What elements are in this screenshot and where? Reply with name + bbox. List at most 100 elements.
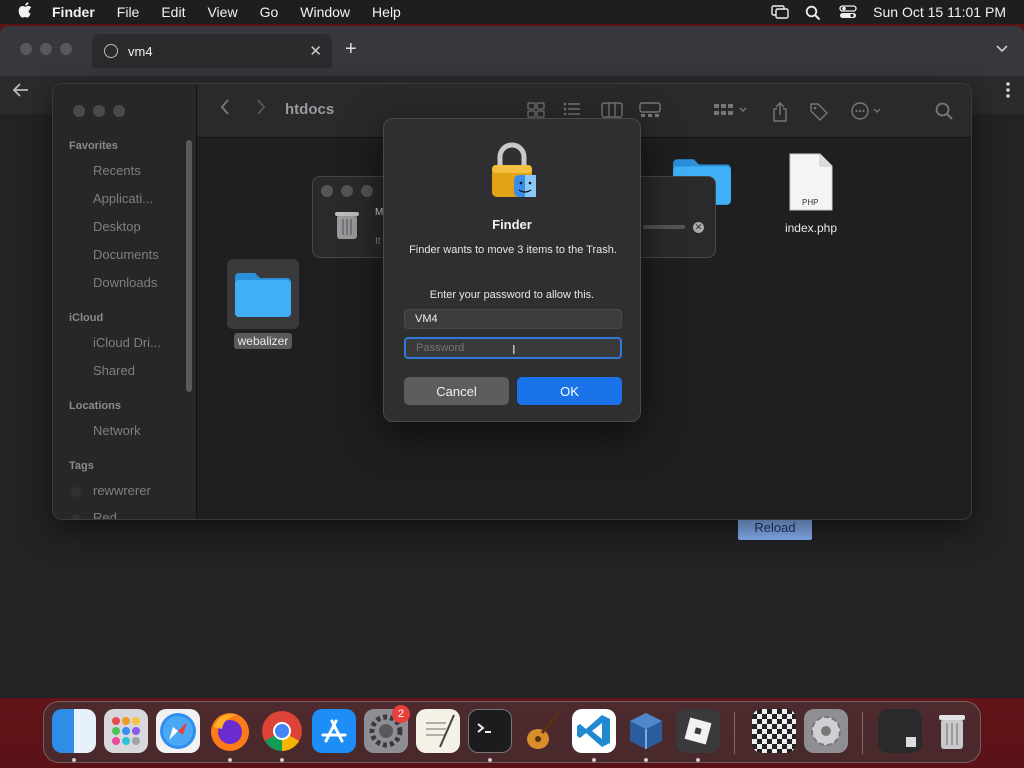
menu-bar: Finder File Edit View Go Window Help Sun…: [0, 0, 1024, 24]
finder-close-button[interactable]: [73, 105, 85, 117]
php-badge-text: PHP: [802, 198, 819, 207]
finder-icon[interactable]: [52, 709, 96, 753]
gallery-view-icon[interactable]: [639, 102, 661, 120]
tag-red-dot-icon: [71, 514, 81, 519]
sidebar-item-downloads[interactable]: Downloads: [93, 275, 157, 290]
launchpad-icon[interactable]: [104, 709, 148, 753]
sidebar-item-applications[interactable]: Applicati...: [93, 191, 153, 206]
sidebar-header-locations: Locations: [69, 400, 121, 412]
dock: 2: [43, 701, 981, 763]
chrome-icon[interactable]: [260, 709, 304, 753]
firefox-icon[interactable]: [208, 709, 252, 753]
file-name-label: index.php: [784, 221, 838, 235]
dialog-prompt: Enter your password to allow this.: [429, 289, 595, 301]
textedit-icon[interactable]: [416, 709, 460, 753]
sidebar-item-network[interactable]: Network: [93, 423, 141, 438]
menu-go[interactable]: Go: [260, 4, 279, 20]
file-item-index-php[interactable]: PHP index.php: [773, 152, 849, 235]
close-tab-icon[interactable]: ✕: [309, 42, 322, 60]
progress-window-controls: [321, 185, 373, 197]
app-store-icon[interactable]: [312, 709, 356, 753]
menu-edit[interactable]: Edit: [161, 4, 185, 20]
password-dialog: Finder Finder wants to move 3 items to t…: [383, 118, 641, 422]
menu-file[interactable]: File: [117, 4, 140, 20]
more-menu-icon[interactable]: [1006, 82, 1010, 103]
roblox-icon[interactable]: [676, 709, 720, 753]
chess-icon[interactable]: [752, 709, 796, 753]
stop-progress-icon[interactable]: ✕: [693, 222, 704, 233]
menu-window[interactable]: Window: [300, 4, 350, 20]
sidebar-item-icloud-drive[interactable]: iCloud Dri...: [93, 335, 161, 350]
folder-selection-highlight: [227, 259, 299, 329]
sidebar-scrollbar[interactable]: [186, 140, 192, 392]
spotlight-search-icon[interactable]: [805, 5, 823, 21]
dock-separator: [734, 712, 735, 754]
ok-button[interactable]: OK: [517, 377, 622, 405]
settings-gear-icon[interactable]: [804, 709, 848, 753]
notification-badge: 2: [392, 705, 410, 723]
garageband-icon[interactable]: [520, 709, 564, 753]
share-icon[interactable]: [771, 102, 791, 122]
finder-sidebar: Favorites Recents Applicati... Desktop D…: [53, 84, 197, 519]
tag-color-dot-icon: [71, 487, 81, 497]
finder-zoom-button[interactable]: [113, 105, 125, 117]
dialog-message: Finder wants to move 3 items to the Tras…: [409, 244, 617, 256]
sidebar-item-shared[interactable]: Shared: [93, 363, 135, 378]
sidebar-item-tag-red[interactable]: Red: [93, 510, 117, 519]
folder-icon: [235, 273, 291, 317]
globe-icon: [104, 44, 118, 58]
username-field[interactable]: [404, 309, 622, 329]
dialog-title: Finder: [492, 217, 532, 232]
safari-icon[interactable]: [156, 709, 200, 753]
sidebar-item-documents[interactable]: Documents: [93, 247, 159, 262]
action-menu-icon[interactable]: [851, 102, 889, 120]
virtualbox-icon[interactable]: [624, 709, 668, 753]
sidebar-header-favorites: Favorites: [69, 140, 118, 152]
progress-zoom-button[interactable]: [361, 185, 373, 197]
sidebar-item-tag-rewwrerer[interactable]: rewwrerer: [93, 483, 151, 498]
progress-close-button[interactable]: [321, 185, 333, 197]
browser-tab[interactable]: vm4 ✕: [92, 34, 332, 68]
finder-path-title: htdocs: [285, 101, 335, 118]
close-window-button[interactable]: [20, 43, 32, 55]
menu-help[interactable]: Help: [372, 4, 401, 20]
progress-minimize-button[interactable]: [341, 185, 353, 197]
zoom-window-button[interactable]: [60, 43, 72, 55]
control-center-icon[interactable]: [839, 5, 857, 19]
progress-bar: [643, 225, 685, 229]
text-cursor-icon: I: [512, 342, 516, 357]
dock-separator: [862, 712, 863, 754]
tag-icon[interactable]: [809, 102, 829, 121]
sidebar-item-desktop[interactable]: Desktop: [93, 219, 141, 234]
progress-sub-label: It: [375, 236, 381, 247]
running-indicator: [592, 758, 596, 762]
new-tab-icon[interactable]: +: [345, 38, 357, 61]
group-by-icon[interactable]: [713, 102, 751, 120]
menu-view[interactable]: View: [207, 4, 237, 20]
running-indicator: [280, 758, 284, 762]
finder-window-controls: [73, 105, 125, 117]
finder-forward-icon[interactable]: [255, 98, 267, 122]
finder-minimize-button[interactable]: [93, 105, 105, 117]
minimize-window-button[interactable]: [40, 43, 52, 55]
file-name-label: webalizer: [233, 333, 293, 349]
running-indicator: [488, 758, 492, 762]
running-indicator: [696, 758, 700, 762]
back-arrow-icon[interactable]: [12, 82, 30, 103]
finder-back-icon[interactable]: [219, 98, 231, 122]
vscode-icon[interactable]: [572, 709, 616, 753]
sidebar-item-recents[interactable]: Recents: [93, 163, 141, 178]
browser-window-controls: [20, 43, 72, 55]
menubar-clock[interactable]: Sun Oct 15 11:01 PM: [873, 4, 1006, 20]
tab-list-chevron-icon[interactable]: [996, 40, 1008, 56]
apple-menu-icon[interactable]: [18, 1, 38, 23]
screenshot-icon[interactable]: [878, 709, 922, 753]
cancel-button[interactable]: Cancel: [404, 377, 509, 405]
screen-mirroring-icon[interactable]: [771, 5, 789, 19]
terminal-icon[interactable]: [468, 709, 512, 753]
finder-search-icon[interactable]: [935, 102, 955, 120]
menu-app-name[interactable]: Finder: [52, 4, 95, 20]
lock-finder-icon: [488, 141, 540, 206]
folder-item-webalizer[interactable]: webalizer: [225, 259, 301, 350]
trash-icon[interactable]: [930, 709, 974, 753]
